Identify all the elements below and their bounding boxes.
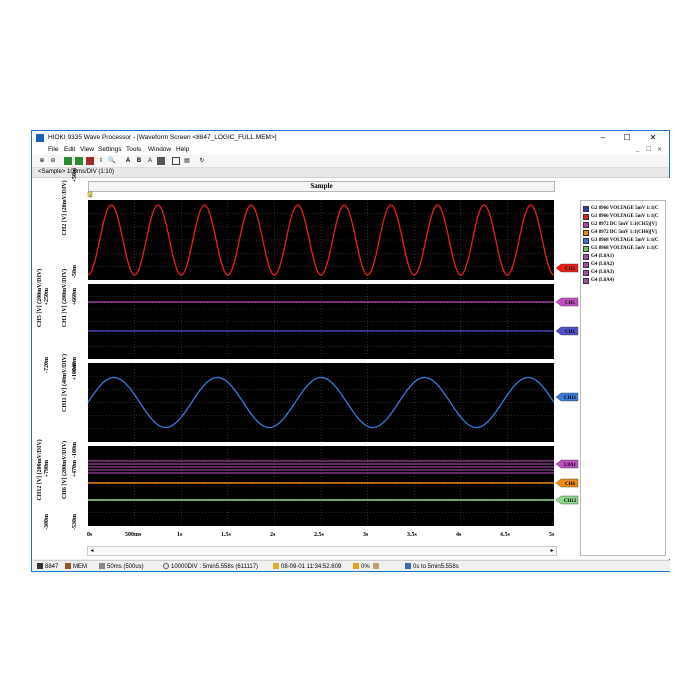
pane1-top-value: +50m bbox=[72, 168, 78, 183]
ch12-tag-label: CH12 bbox=[564, 499, 577, 504]
cursor-ab-icon[interactable] bbox=[86, 157, 94, 165]
status-percent: 0% bbox=[353, 563, 381, 570]
pane4-channel-label2: CH6 [V] (200mV/DIV) bbox=[62, 440, 68, 500]
device-icon bbox=[37, 563, 43, 569]
legend-item[interactable]: G4 (L8A4) bbox=[583, 277, 665, 285]
print-icon[interactable]: ▤ bbox=[183, 157, 191, 165]
status-bar: 8847 MEM 50ms (500us) 10000DIV : 5min5.5… bbox=[33, 560, 670, 572]
folder-icon bbox=[372, 563, 379, 569]
channel-icon[interactable] bbox=[157, 157, 165, 165]
x-tick-10: 5s bbox=[549, 532, 555, 538]
scroll-left-icon[interactable]: ◂ bbox=[88, 547, 96, 555]
pane2-bottom-value: -720m bbox=[44, 357, 50, 373]
menu-help[interactable]: Help bbox=[176, 146, 189, 153]
pane2-top-value2: +660m bbox=[72, 288, 78, 306]
waveform-area: Sample CH2 CH5 CH1 CH11 L8A1 CH6 CH12 1 CH2 [V]… bbox=[32, 168, 671, 559]
ch1-tag-label: CH1 bbox=[565, 330, 576, 335]
progress-icon bbox=[353, 563, 359, 569]
ch11-tag-label: CH11 bbox=[564, 396, 577, 401]
x-tick-4: 2s bbox=[270, 532, 276, 538]
maximize-button[interactable]: ☐ bbox=[616, 132, 638, 144]
pen-icon bbox=[99, 563, 105, 569]
x-tick-3: 1.5s bbox=[221, 532, 231, 538]
mode-bar: <Sample> 100ms/DIV (1:10) bbox=[32, 168, 669, 178]
horizontal-scrollbar[interactable]: ◂ ▸ bbox=[87, 546, 557, 556]
ch5-tag-label: CH5 bbox=[565, 301, 576, 306]
waveform-plot[interactable]: CH2CH5CH1CH11L8A1CH6CH121 bbox=[32, 178, 580, 559]
zoom-in-icon[interactable]: ⊕ bbox=[38, 157, 46, 165]
ch6-tag-label: CH6 bbox=[565, 482, 576, 487]
zoom-out-icon[interactable]: ⊖ bbox=[49, 157, 57, 165]
calendar-icon bbox=[273, 563, 279, 569]
x-tick-5: 2.5s bbox=[314, 532, 324, 538]
range-icon bbox=[405, 563, 411, 569]
menu-tools[interactable]: Tools bbox=[126, 146, 141, 153]
minimize-button[interactable]: – bbox=[592, 132, 614, 144]
menu-view[interactable]: View bbox=[80, 146, 94, 153]
label-text-icon[interactable]: A bbox=[146, 157, 154, 165]
x-tick-1: 500ms bbox=[125, 532, 142, 538]
ch2-tag-label: CH2 bbox=[565, 267, 576, 272]
screen-icon[interactable] bbox=[172, 157, 180, 165]
label-b-icon[interactable]: B bbox=[135, 157, 143, 165]
refresh-icon[interactable]: ↻ bbox=[198, 157, 206, 165]
x-tick-9: 4.5s bbox=[500, 532, 510, 538]
pane2-top-value: +250m bbox=[44, 288, 50, 306]
pane3-bottom-value: -100m bbox=[72, 442, 78, 458]
window-title: HIOKI 9335 Wave Processor - [Waveform Sc… bbox=[48, 134, 277, 141]
pane4-top-value2: +470m bbox=[72, 460, 78, 478]
legend-item[interactable]: G4 (L8A3) bbox=[583, 269, 665, 277]
status-range: 0s to 5min5.558s bbox=[405, 563, 459, 570]
mdi-restore-button[interactable]: ☐ bbox=[646, 146, 651, 153]
legend-item[interactable]: G4 (L8A2) bbox=[583, 261, 665, 269]
scroll-right-icon[interactable]: ▸ bbox=[548, 547, 556, 555]
menu-bar: File Edit View Settings Tools Window Hel… bbox=[32, 145, 669, 155]
menu-settings[interactable]: Settings bbox=[98, 146, 122, 153]
pane4-top-value: +790m bbox=[44, 460, 50, 478]
x-tick-6: 3s bbox=[363, 532, 369, 538]
pane1-bottom-value: -50m bbox=[72, 265, 78, 278]
status-source: MEM bbox=[65, 563, 87, 570]
pane3-top-value: +100m bbox=[72, 363, 78, 381]
pane4-bottom-value2: -530m bbox=[72, 514, 78, 530]
legend-item[interactable]: G2 8966 VOLTAGE 5mV 1:1(C bbox=[583, 205, 665, 213]
mdi-close-button[interactable]: ✕ bbox=[657, 146, 662, 153]
legend-item[interactable]: G3 8968 VOLTAGE 5mV 1:1(C bbox=[583, 237, 665, 245]
cursor-b-icon[interactable] bbox=[75, 157, 83, 165]
legend-item[interactable]: G5 8968 VOLTAGE 5mV 1:1(C bbox=[583, 245, 665, 253]
x-tick-7: 3.5s bbox=[407, 532, 417, 538]
cursor-move-icon[interactable]: ⇕ bbox=[97, 157, 105, 165]
legend-item[interactable]: G4 8972 DC 5mV 1:1(CH6)[V] bbox=[583, 229, 665, 237]
legend-item[interactable]: G1 8966 VOLTAGE 5mV 1:1(C bbox=[583, 213, 665, 221]
channel-legend: G2 8966 VOLTAGE 5mV 1:1(C G1 8966 VOLTAG… bbox=[580, 200, 666, 556]
pane4-channel-label: CH12 [V] (200mV/DIV) bbox=[37, 439, 43, 501]
legend-item[interactable]: G4 (L8A1) bbox=[583, 253, 665, 261]
pane4-bottom-value: -300m bbox=[44, 514, 50, 530]
legend-item[interactable]: G2 8972 DC 5mV 1:1(CH5)[V] bbox=[583, 221, 665, 229]
memory-icon bbox=[65, 563, 71, 569]
mdi-minimize-button[interactable]: _ bbox=[636, 146, 639, 152]
clock-icon bbox=[163, 563, 169, 569]
logic-tag-label: L8A1 bbox=[564, 463, 576, 468]
status-model: 8847 bbox=[37, 563, 58, 570]
menu-file[interactable]: File bbox=[48, 146, 58, 153]
close-button[interactable]: ✕ bbox=[642, 132, 664, 144]
menu-window[interactable]: Window bbox=[148, 146, 171, 153]
app-icon bbox=[36, 134, 44, 142]
pane2-channel-label: CH5 [V] (200mV/DIV) bbox=[37, 268, 43, 328]
search-icon[interactable]: 🔍 bbox=[108, 157, 116, 165]
status-datetime: 08-09-01 11:34:52.609 bbox=[273, 563, 341, 570]
x-tick-2: 1s bbox=[177, 532, 183, 538]
toolbar: ⊕ ⊖ ⇕ 🔍 A B A ▤ ↻ bbox=[32, 155, 669, 168]
status-sampling: 50ms (500us) bbox=[99, 563, 144, 570]
title-bar: HIOKI 9335 Wave Processor - [Waveform Sc… bbox=[32, 131, 669, 145]
app-window: HIOKI 9335 Wave Processor - [Waveform Sc… bbox=[31, 130, 671, 572]
label-a-icon[interactable]: A bbox=[124, 157, 132, 165]
status-length: 10000DIV : 5min5.558s (611117) bbox=[163, 563, 258, 570]
x-tick-0: 0s bbox=[87, 532, 93, 538]
x-tick-8: 4s bbox=[456, 532, 462, 538]
